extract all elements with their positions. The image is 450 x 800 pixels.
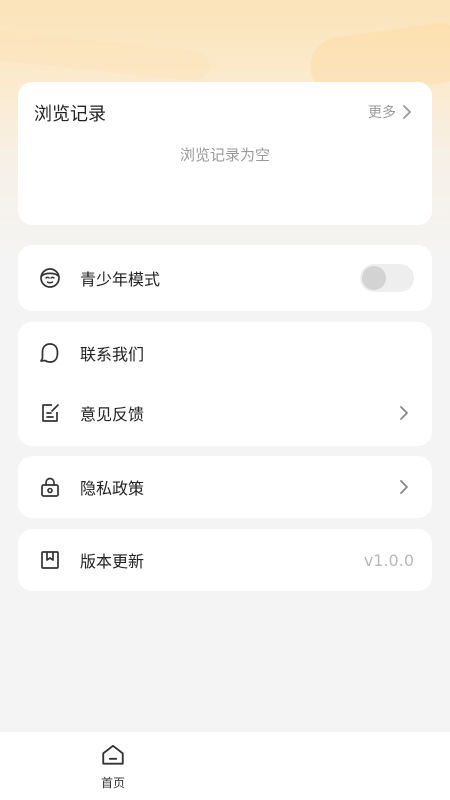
- version-card: 版本更新 v1.0.0: [18, 529, 432, 591]
- bookmark-icon: [41, 551, 59, 569]
- toggle-knob: [362, 266, 386, 290]
- chevron-right-icon: [403, 105, 411, 119]
- contact-us-label: 联系我们: [80, 345, 145, 364]
- chevron-right-icon: [400, 480, 408, 494]
- history-more-label: 更多: [368, 105, 396, 121]
- edit-icon: [42, 404, 59, 422]
- youth-mode-row[interactable]: 青少年模式: [18, 247, 432, 309]
- support-card: 联系我们 意见反馈: [18, 322, 432, 446]
- bottom-nav: 首页: [0, 732, 450, 800]
- privacy-card: 隐私政策: [18, 456, 432, 518]
- youth-mode-toggle[interactable]: [360, 264, 414, 292]
- privacy-label: 隐私政策: [80, 479, 145, 498]
- history-title: 浏览记录: [34, 104, 106, 125]
- feedback-row[interactable]: 意见反馈: [18, 382, 432, 444]
- chevron-right-icon: [400, 406, 408, 420]
- privacy-row[interactable]: 隐私政策: [18, 456, 432, 518]
- home-icon: [102, 744, 124, 765]
- nav-item-home[interactable]: 首页: [86, 742, 140, 796]
- history-empty-text: 浏览记录为空: [179, 146, 270, 164]
- feedback-label: 意见反馈: [80, 405, 145, 424]
- history-more-link[interactable]: 更多: [368, 102, 412, 122]
- version-value: v1.0.0: [363, 550, 414, 570]
- header-decoration: [0, 27, 211, 83]
- contact-us-row[interactable]: 联系我们: [18, 322, 432, 384]
- chat-icon: [40, 343, 59, 363]
- youth-mode-card: 青少年模式: [18, 245, 432, 311]
- version-label: 版本更新: [80, 552, 145, 571]
- version-row[interactable]: 版本更新 v1.0.0: [18, 529, 432, 591]
- nav-item-label: 首页: [100, 776, 125, 790]
- lock-icon: [41, 477, 59, 497]
- history-card: 浏览记录 更多 浏览记录为空: [18, 82, 432, 225]
- youth-mode-label: 青少年模式: [80, 270, 161, 289]
- youth-mode-icon: [40, 268, 60, 288]
